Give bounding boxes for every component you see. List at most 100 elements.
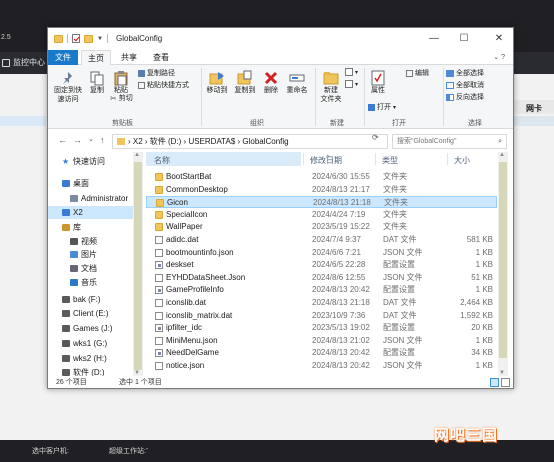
new-item-button[interactable]: ▾ (345, 68, 358, 76)
file-row[interactable]: iconslib_matrix.dat 2023/10/9 7:36 DAT 文件 1… (146, 310, 497, 322)
nav-item[interactable]: 库 (48, 221, 134, 234)
file-icon (155, 273, 163, 282)
nav-item[interactable]: Games (J:) (48, 322, 134, 335)
nav-item[interactable]: 音乐 (48, 276, 134, 289)
pin-quick-access-button[interactable]: 固定到快 速访问 (52, 70, 84, 104)
file-row[interactable]: EYHDDataSheet.Json 2024/8/6 12:55 JSON 文件 5… (146, 272, 497, 284)
file-list-scrollbar-thumb[interactable] (499, 162, 507, 358)
refresh-button[interactable]: ⟳ (372, 133, 379, 142)
super-workstation-label: 超级工作站: (109, 448, 146, 455)
nav-scrollbar-thumb[interactable] (134, 162, 142, 370)
tab-file[interactable]: 文件 (48, 50, 78, 65)
nav-item[interactable]: 文档 (48, 262, 134, 275)
nav-item[interactable]: 桌面 (48, 177, 134, 190)
open-icon (368, 103, 375, 111)
large-icons-view-button[interactable] (501, 378, 510, 387)
tab-view[interactable]: 查看 (147, 50, 175, 65)
nav-item[interactable]: bak (F:) (48, 293, 134, 306)
file-row[interactable]: adidc.dat 2024/7/4 9:37 DAT 文件 581 KB (146, 234, 497, 246)
paste-button[interactable]: 粘贴 (110, 70, 132, 95)
file-row[interactable]: bootmountinfo.json 2024/6/6 7:21 JSON 文件 1 … (146, 247, 497, 259)
nav-item[interactable]: ★ 快速访问 (48, 155, 134, 168)
copy-button[interactable]: 复制 (86, 70, 108, 95)
file-size: 1 KB (475, 260, 493, 270)
file-row[interactable]: NeedDelGame 2024/8/13 20:42 配置设置 34 KB (146, 347, 497, 359)
file-row[interactable]: CommonDesktop 2024/8/13 21:17 文件夹 (146, 184, 497, 196)
file-type: 配置设置 (383, 260, 415, 270)
file-row[interactable]: Gicon 2024/8/13 21:18 文件夹 (146, 196, 497, 209)
file-name: notice.json (166, 361, 205, 370)
properties-button[interactable]: 属性 (368, 70, 388, 95)
file-row[interactable]: WallPaper 2023/5/19 15:22 文件夹 (146, 221, 497, 233)
nav-item[interactable]: wks1 (G:) (48, 337, 134, 350)
column-type[interactable]: 类型 (382, 155, 398, 166)
open-button[interactable]: 打开 ▾ (368, 102, 396, 112)
copy-path-button[interactable]: 复制路径 (138, 68, 175, 78)
invert-selection-button[interactable]: 反向选择 (446, 92, 484, 102)
file-type: 文件夹 (383, 222, 407, 232)
search-input[interactable]: 搜索"GlobalConfig" ⌕ (392, 134, 507, 149)
ribbon-expand-help[interactable]: ⌄ ? (493, 53, 505, 61)
nav-item[interactable]: X2 (48, 206, 134, 219)
file-icon (155, 299, 163, 307)
selected-clients-label: 选中客户机: (32, 448, 69, 455)
nav-item[interactable]: 视频 (48, 235, 134, 248)
rename-label: 重命名 (286, 87, 308, 94)
nav-item[interactable]: 图片 (48, 248, 134, 261)
column-name[interactable]: 名称 (154, 155, 170, 166)
file-row[interactable]: GameProfileInfo 2024/8/13 20:42 配置设置 1 KB (146, 284, 497, 296)
paste-shortcut-button[interactable]: 粘贴快捷方式 (138, 80, 189, 90)
nav-item-label: Games (J:) (73, 324, 113, 333)
delete-button[interactable]: 删除 (261, 70, 281, 95)
nav-item[interactable]: Client (E:) (48, 307, 134, 320)
tab-share[interactable]: 共享 (115, 50, 143, 65)
recent-locations-button[interactable]: ⌄ (88, 135, 94, 143)
customize-quick-access-icon[interactable]: ▼ (97, 36, 103, 42)
select-all-button[interactable]: 全部选择 (446, 68, 484, 78)
details-view-button[interactable] (490, 378, 499, 387)
up-button[interactable]: ↑ (100, 135, 105, 145)
file-row[interactable]: ipfilter_idc 2023/5/13 19:02 配置设置 20 KB (146, 322, 497, 334)
nav-item[interactable]: wks2 (H:) (48, 352, 134, 365)
rename-button[interactable]: 重命名 (284, 70, 310, 95)
move-to-label: 移动到 (206, 87, 228, 94)
minimize-button[interactable]: — (419, 28, 449, 50)
column-size[interactable]: 大小 (454, 155, 470, 166)
file-icon (155, 336, 163, 345)
nav-item[interactable]: Administrator (48, 192, 134, 205)
move-to-button[interactable]: 移动到 (204, 70, 230, 95)
maximize-button[interactable]: ☐ (449, 28, 479, 50)
file-row[interactable]: iconslib.dat 2024/8/13 21:18 DAT 文件 2,464 K… (146, 297, 497, 309)
close-button[interactable]: ✕ (484, 28, 513, 50)
file-row[interactable]: BootStartBat 2024/6/30 15:55 文件夹 (146, 171, 497, 183)
file-row[interactable]: SpecialIcon 2024/4/24 7:19 文件夹 (146, 209, 497, 221)
move-to-icon (209, 72, 224, 85)
select-none-button[interactable]: 全部取消 (446, 80, 484, 90)
file-date: 2024/8/13 20:42 (312, 348, 370, 358)
rename-icon (289, 74, 305, 82)
nav-item-label: X2 (73, 208, 83, 217)
file-row[interactable]: deskset 2024/6/5 22:28 配置设置 1 KB (146, 259, 497, 271)
tab-home[interactable]: 主页 (81, 50, 111, 65)
address-bar-row: ← → ⌄ ↑ › X2 › 软件 (D:) › USERDATA$ › Glo… (48, 130, 513, 152)
file-row[interactable]: MiniMenu.json 2024/8/13 21:02 JSON 文件 1 KB (146, 335, 497, 347)
edit-button[interactable]: 编辑 (406, 68, 429, 78)
easy-access-button[interactable]: ▾ (345, 80, 358, 88)
file-date: 2024/6/6 7:21 (312, 247, 361, 257)
cut-button[interactable]: ✂ 剪切 (110, 93, 133, 103)
new-folder-quick-icon[interactable] (84, 34, 93, 43)
library-icon (62, 224, 70, 231)
forward-button[interactable]: → (73, 135, 82, 145)
quick-access-toolbar: ▼ (54, 34, 108, 43)
column-date[interactable]: 修改日期 (310, 155, 342, 166)
new-folder-button[interactable]: 新建 文件夹 (318, 70, 344, 104)
properties-quick-icon[interactable] (72, 34, 80, 43)
back-button[interactable]: ← (58, 135, 67, 145)
nav-item-monitor[interactable]: 监控中心 (2, 57, 45, 68)
file-row[interactable]: notice.json 2024/8/13 20:42 JSON 文件 1 KB (146, 360, 497, 372)
user-icon (70, 195, 78, 202)
nav-item-label: 音乐 (81, 278, 97, 287)
copy-to-button[interactable]: 复制到 (232, 70, 258, 95)
star-icon: ★ (62, 157, 70, 166)
address-input[interactable]: › X2 › 软件 (D:) › USERDATA$ › GlobalConfi… (112, 134, 388, 149)
